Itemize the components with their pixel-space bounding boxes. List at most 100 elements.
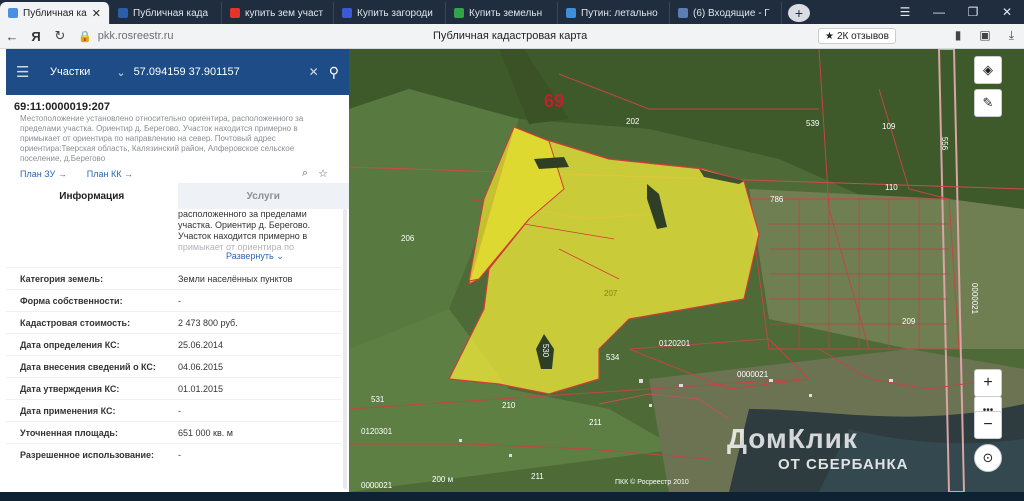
search-type-select[interactable]: Участки	[50, 66, 90, 78]
back-icon[interactable]: ←	[0, 29, 24, 44]
url-text: pkk.rosreestr.ru	[97, 30, 174, 42]
plan-kk-link[interactable]: План КК →	[87, 169, 133, 179]
parcel-label: 206	[401, 234, 415, 243]
tab-label: (6) Входящие - Г	[693, 7, 770, 19]
zoom-to-object-icon[interactable]: ⌕	[302, 167, 308, 180]
search-bar: ☰ Участки ⌄ 57.094159 37.901157 ✕ ⚲	[6, 49, 349, 95]
attr-value: 2 473 800 руб.	[178, 317, 238, 328]
attr-value: -	[178, 449, 181, 460]
parcel-label: 0000021	[737, 370, 769, 379]
download-icon[interactable]: ⤓	[1009, 28, 1014, 43]
table-row: Форма собственности: -	[6, 289, 341, 311]
satellite-map	[349, 49, 1024, 492]
tab-label: Публичная ка	[23, 7, 87, 19]
locate-button[interactable]: ⊙	[974, 444, 1002, 472]
browser-tab[interactable]: купить зем участ	[222, 2, 334, 24]
parcel-label: 0000021	[361, 481, 393, 490]
browser-tab[interactable]: (6) Входящие - Г	[670, 2, 782, 24]
attr-key: Дата внесения сведений о КС:	[20, 361, 156, 372]
reload-icon[interactable]: ↻	[48, 28, 72, 44]
attr-key: Форма собственности:	[20, 295, 123, 306]
yandex-favicon-icon	[230, 8, 240, 18]
parcel-label: 539	[806, 119, 820, 128]
yandex-logo-icon[interactable]: Я	[24, 29, 48, 44]
tab-information[interactable]: Информация	[6, 183, 178, 209]
object-description: Местоположение установлено относительно …	[20, 114, 304, 163]
url-field[interactable]: 🔒 pkk.rosreestr.ru	[78, 30, 338, 43]
district-label: 69	[544, 91, 565, 111]
bookmark-icon[interactable]: ▮	[955, 28, 962, 43]
parcel-label: 531	[371, 395, 385, 404]
chevron-down-icon: ⌄	[276, 251, 284, 261]
address-excerpt: расположенного за пределами участка. Ори…	[178, 209, 338, 253]
attr-value: 651 000 кв. м	[178, 427, 233, 438]
cadastral-number: 69:11:0000019:207	[14, 101, 111, 113]
copyright: ПКК © Росреестр 2010	[615, 479, 689, 486]
tab-list-icon[interactable]: ☰	[888, 5, 922, 19]
tab-services[interactable]: Услуги	[177, 183, 349, 209]
parcel-label: 0120201	[659, 339, 691, 348]
plan-zu-label: План ЗУ	[20, 169, 56, 179]
parcel-label: 530	[541, 343, 551, 358]
panel-scrollbar[interactable]	[343, 209, 347, 489]
tab-label: Купить земельн	[469, 7, 543, 19]
browser-tab[interactable]: Купить земельн	[446, 2, 558, 24]
tab-label: купить зем участ	[245, 7, 324, 19]
clear-icon[interactable]: ✕	[309, 65, 319, 79]
zoom-out-button[interactable]: −	[974, 411, 1002, 439]
browser-tab[interactable]: Путин: летально	[558, 2, 670, 24]
watermark-subtitle: ОТ СБЕРБАНКА	[778, 456, 909, 473]
watermark-logo: ДомКлик	[727, 423, 858, 454]
expand-link[interactable]: Развернуть ⌄	[226, 251, 284, 262]
parcel-label: 210	[502, 401, 516, 410]
attr-key: Дата утверждения КС:	[20, 383, 120, 394]
parcel-label: 556	[940, 136, 950, 151]
favorite-star-icon[interactable]: ☆	[318, 167, 328, 180]
attr-value: 25.06.2014	[178, 339, 224, 350]
tab-label: Путин: летально	[581, 7, 658, 19]
lock-icon: 🔒	[78, 30, 92, 43]
info-panel: ☰ Участки ⌄ 57.094159 37.901157 ✕ ⚲ 69:1…	[6, 49, 349, 492]
reviews-badge[interactable]: ★ 2К отзывов	[818, 28, 896, 44]
site-favicon-icon	[566, 8, 576, 18]
attr-value: -	[178, 295, 181, 306]
attr-key: Разрешенное использование:	[20, 449, 154, 460]
zoom-in-button[interactable]: +	[974, 369, 1002, 397]
minimize-icon[interactable]: —	[922, 5, 956, 19]
browser-tab[interactable]: Купить загороди	[334, 2, 446, 24]
attr-key: Кадастровая стоимость:	[20, 317, 131, 328]
table-row: Уточненная площадь: 651 000 кв. м	[6, 421, 341, 443]
browser-tab-active[interactable]: Публичная ка ✕	[0, 2, 110, 24]
attr-key: Уточненная площадь:	[20, 427, 118, 438]
measure-button[interactable]: ✎	[974, 89, 1002, 117]
map-view[interactable]: 69 207 202 539 109 556 110 786 206 209 5…	[349, 49, 1024, 492]
browser-tab[interactable]: Публичная када	[110, 2, 222, 24]
new-tab-button[interactable]: +	[788, 4, 810, 22]
table-row: Кадастровая стоимость: 2 473 800 руб.	[6, 311, 341, 333]
site-favicon-icon	[454, 8, 464, 18]
page-title: Публичная кадастровая карта	[433, 30, 588, 42]
maximize-icon[interactable]: ❐	[956, 5, 990, 19]
parcel-label: 0000021	[970, 282, 980, 315]
site-favicon-icon	[118, 8, 128, 18]
os-taskbar	[0, 492, 1024, 501]
close-tab-icon[interactable]: ✕	[92, 7, 101, 20]
collections-icon[interactable]: ▣	[979, 28, 990, 43]
attr-key: Категория земель:	[20, 273, 104, 284]
search-input[interactable]: 57.094159 37.901157	[134, 66, 309, 78]
toolbar-icons: ▮ ▣ ⤓	[955, 28, 1014, 43]
layers-button[interactable]: ◈	[974, 56, 1002, 84]
chevron-down-icon[interactable]: ⌄	[116, 66, 125, 79]
tab-label: Купить загороди	[357, 7, 433, 19]
expand-label: Развернуть	[226, 251, 274, 261]
menu-icon[interactable]: ☰	[16, 63, 46, 81]
close-window-icon[interactable]: ✕	[990, 5, 1024, 19]
attr-key: Дата определения КС:	[20, 339, 120, 350]
map-favicon-icon	[8, 8, 18, 18]
plan-zu-link[interactable]: План ЗУ →	[20, 169, 67, 179]
site-favicon-icon	[342, 8, 352, 18]
detail-tabs: Информация Услуги	[6, 183, 349, 209]
search-icon[interactable]: ⚲	[329, 64, 339, 81]
parcel-label: 211	[589, 418, 602, 427]
parcel-label: 211	[531, 472, 544, 481]
